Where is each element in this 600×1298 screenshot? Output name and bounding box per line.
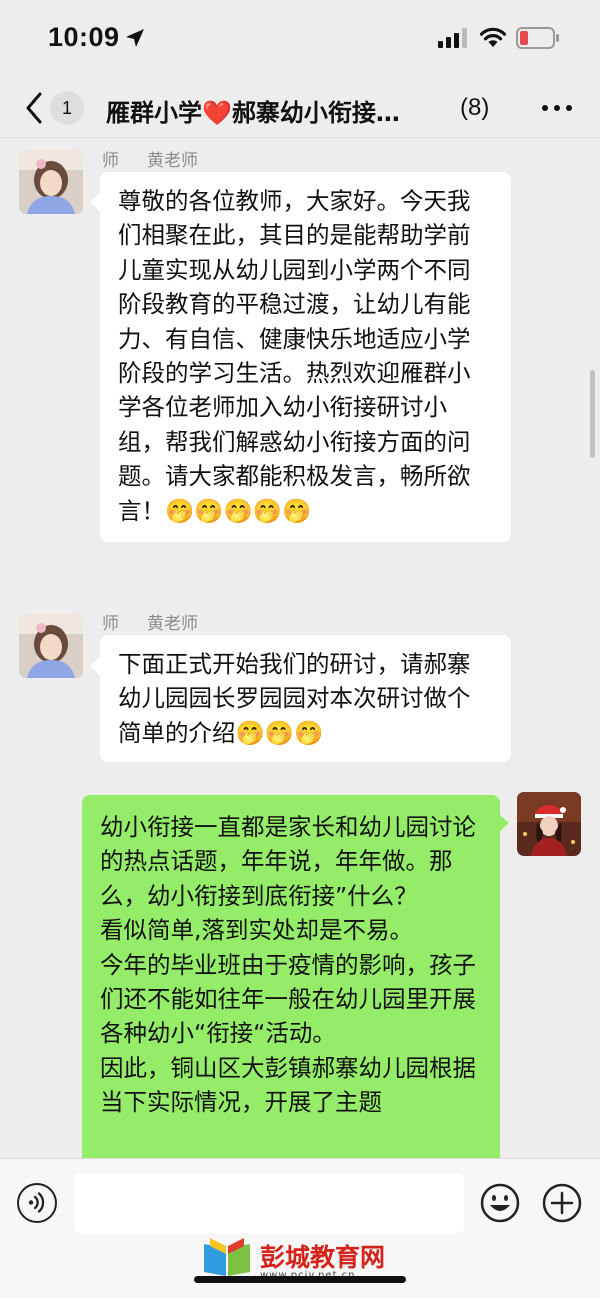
avatar[interactable] [517, 792, 581, 856]
more-dots-icon[interactable] [540, 100, 574, 116]
battery-icon [516, 27, 559, 49]
sender-role: 师 [102, 151, 119, 171]
message-bubble[interactable]: 幼小衔接一直都是家长和幼儿园讨论的热点话题，年年说，年年做。那么，幼小衔接到底衔… [82, 795, 500, 1175]
voice-icon[interactable] [17, 1183, 57, 1223]
avatar[interactable] [19, 614, 83, 678]
plus-icon[interactable] [542, 1183, 582, 1223]
bubble-tail [499, 814, 509, 832]
scroll-indicator[interactable] [590, 370, 595, 458]
book-logo-icon [204, 1238, 250, 1276]
sender-label: 黄老师 [147, 151, 198, 171]
message-bubble[interactable]: 下面正式开始我们的研讨，请郝寨幼儿园园长罗园园对本次研讨做个简单的介绍🤭🤭🤭 [100, 635, 511, 763]
chat-title: 雁群小学❤️郝寨幼小衔接… [106, 93, 400, 128]
avatar[interactable] [19, 150, 83, 214]
unread-count-badge[interactable]: 1 [50, 91, 84, 125]
location-arrow-icon [126, 29, 144, 47]
home-indicator[interactable] [194, 1276, 406, 1283]
chat-title-part1: 雁群小学 [106, 99, 202, 127]
wifi-icon [479, 27, 507, 47]
watermark-text: 彭城教育网 [260, 1243, 386, 1272]
status-time: 10:09 [48, 22, 120, 52]
member-count: (8) [460, 94, 490, 121]
sender-name: 师 黄老师 [102, 146, 198, 171]
chevron-left-icon[interactable] [20, 90, 50, 126]
sender-role: 师 [102, 614, 119, 634]
bubble-tail [90, 657, 100, 675]
cellular-signal-icon [438, 28, 467, 48]
emoji-icon[interactable] [480, 1183, 520, 1223]
sender-label: 黄老师 [147, 614, 198, 634]
status-bar: 10:09 [0, 0, 600, 80]
chat-title-part2: 郝寨幼小衔接… [231, 99, 400, 127]
chat-header: 1 雁群小学❤️郝寨幼小衔接… (8) [0, 80, 600, 138]
sender-name: 师 黄老师 [102, 609, 198, 634]
message-bubble[interactable]: 尊敬的各位教师，大家好。今天我们相聚在此，其目的是能帮助学前儿童实现从幼儿园到小… [100, 172, 511, 543]
message-input[interactable] [74, 1173, 464, 1233]
bubble-tail [90, 193, 100, 211]
heart-emoji: ❤️ [202, 99, 232, 127]
